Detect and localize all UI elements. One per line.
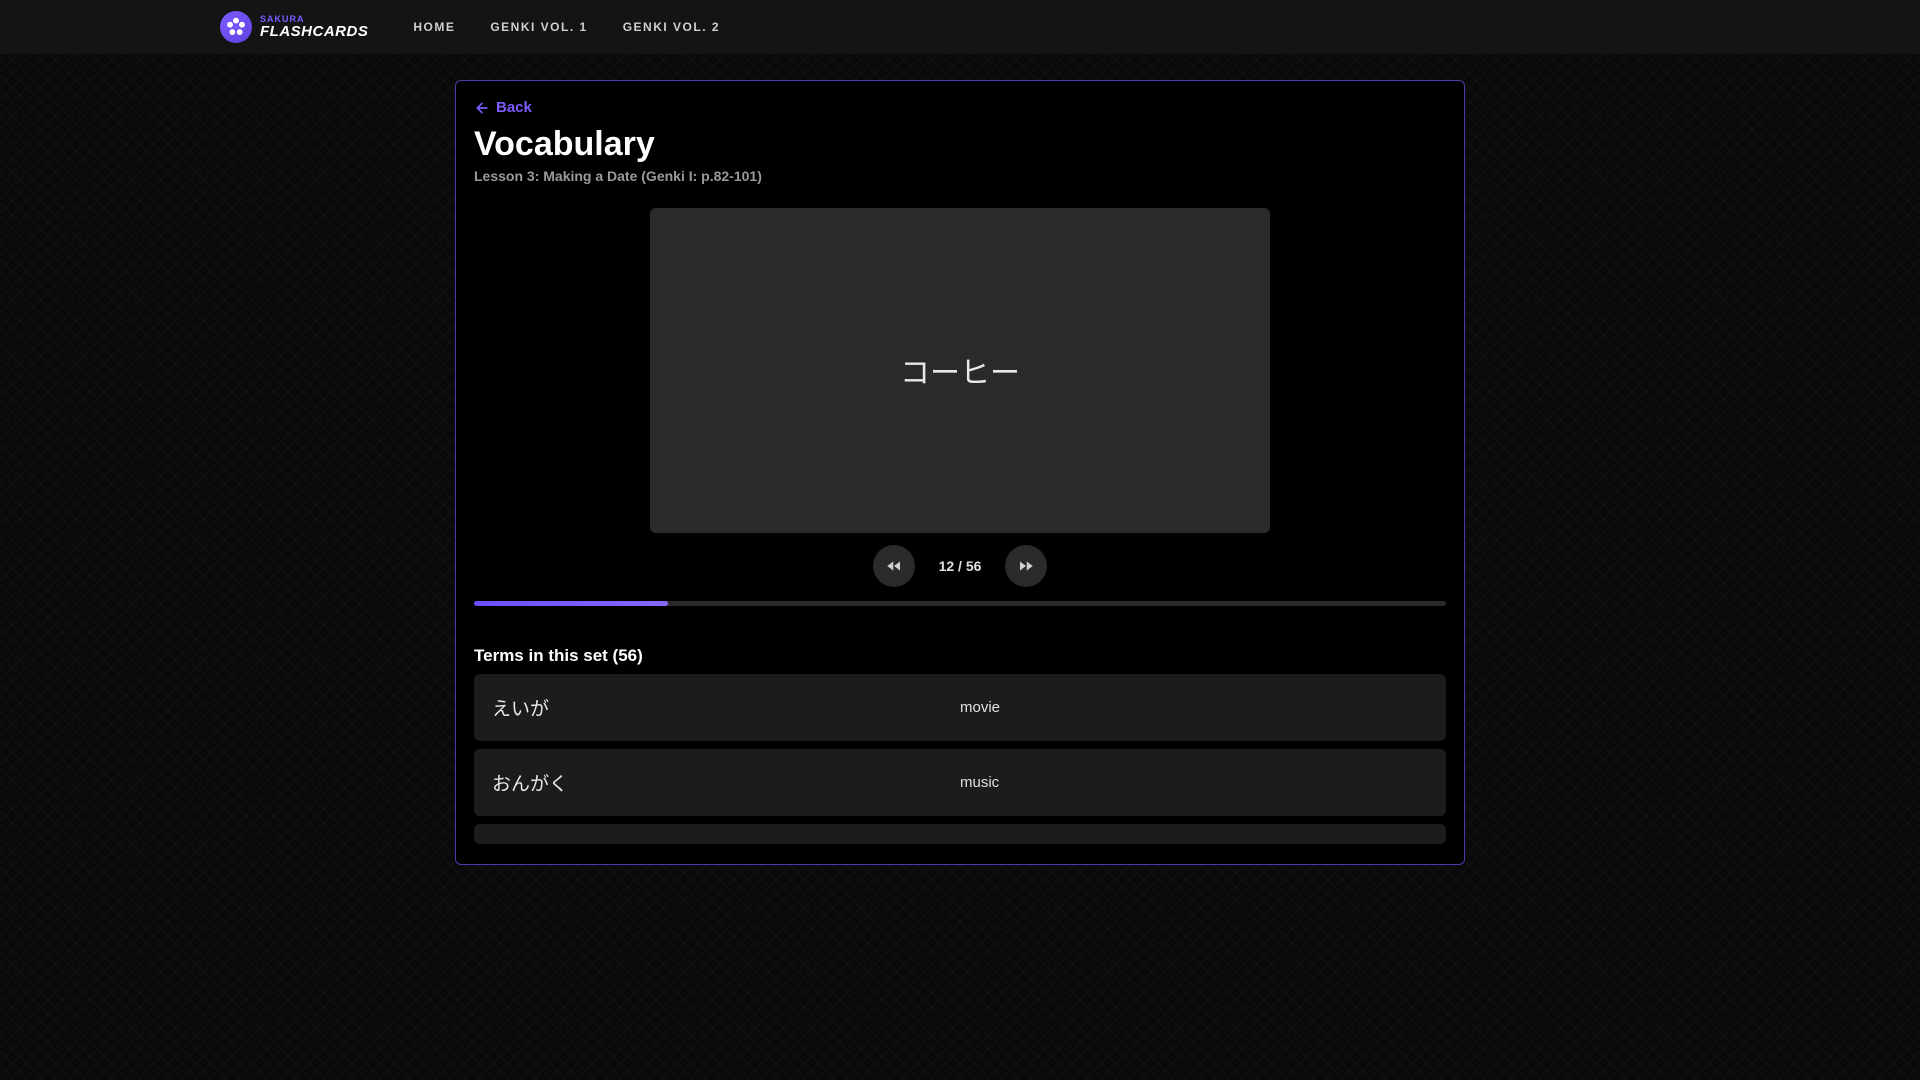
- flashcard[interactable]: コーヒー: [650, 208, 1270, 533]
- page-title: Vocabulary: [474, 125, 1446, 164]
- flashcard-text: コーヒー: [900, 348, 1020, 392]
- main-nav: HOME GENKI VOL. 1 GENKI VOL. 2: [413, 20, 720, 34]
- page-subtitle: Lesson 3: Making a Date (Genki I: p.82-1…: [474, 168, 1446, 184]
- terms-heading: Terms in this set (56): [474, 646, 1446, 666]
- term-english: movie: [960, 699, 1428, 716]
- logo[interactable]: SAKURA FLASHCARDS: [220, 11, 368, 43]
- top-header: SAKURA FLASHCARDS HOME GENKI VOL. 1 GENK…: [0, 0, 1920, 54]
- arrow-left-icon: [474, 100, 490, 116]
- nav-home[interactable]: HOME: [413, 20, 455, 34]
- rewind-icon: [885, 557, 903, 575]
- back-label: Back: [496, 99, 532, 116]
- nav-genki-2[interactable]: GENKI VOL. 2: [623, 20, 720, 34]
- back-link[interactable]: Back: [474, 99, 532, 116]
- term-english: music: [960, 774, 1428, 791]
- term-row: おんがく music: [474, 749, 1446, 816]
- main-panel: Back Vocabulary Lesson 3: Making a Date …: [455, 80, 1465, 865]
- flashcard-controls: 12 / 56: [474, 545, 1446, 587]
- card-counter: 12 / 56: [939, 558, 982, 574]
- progress-fill: [474, 601, 668, 606]
- term-row: えいが movie: [474, 674, 1446, 741]
- term-japanese: おんがく: [492, 769, 960, 796]
- logo-text: SAKURA FLASHCARDS: [260, 15, 368, 39]
- next-button[interactable]: [1005, 545, 1047, 587]
- term-row: [474, 824, 1446, 844]
- sakura-icon: [220, 11, 252, 43]
- brand-bottom: FLASHCARDS: [260, 24, 368, 39]
- progress-bar[interactable]: [474, 601, 1446, 606]
- prev-button[interactable]: [873, 545, 915, 587]
- forward-icon: [1017, 557, 1035, 575]
- nav-genki-1[interactable]: GENKI VOL. 1: [490, 20, 587, 34]
- term-japanese: えいが: [492, 694, 960, 721]
